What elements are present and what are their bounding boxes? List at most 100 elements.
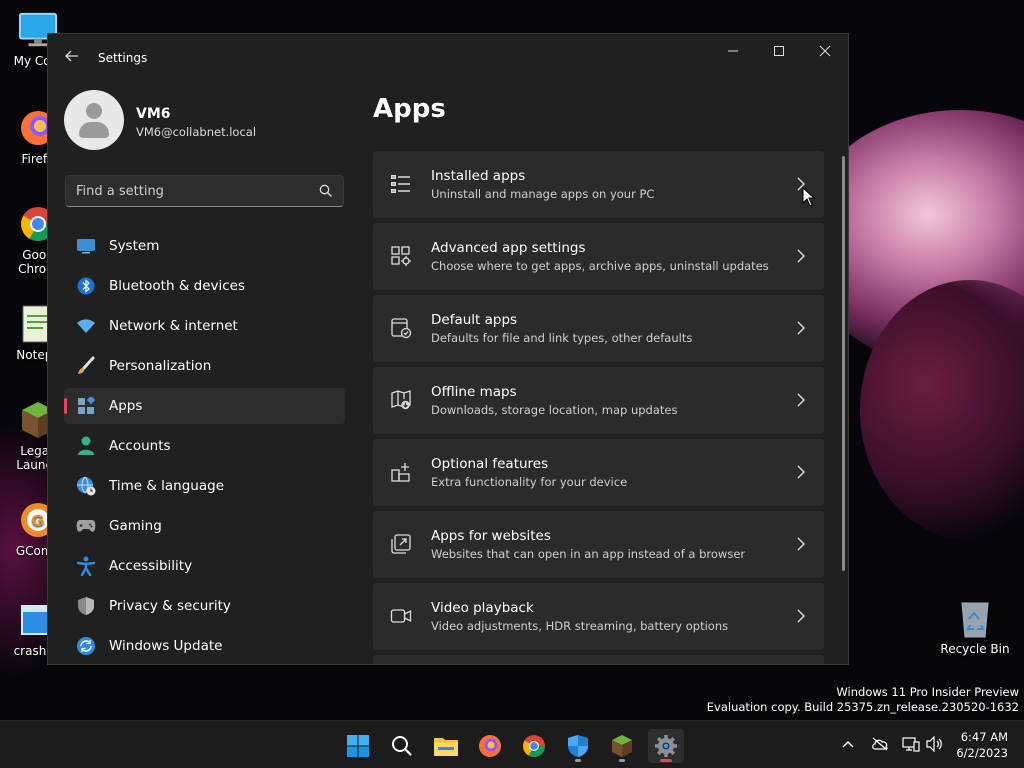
nav-item-accessibility[interactable]: Accessibility [64,548,345,584]
clock-time: 6:47 AM [960,730,1008,744]
card-title: Optional features [431,456,549,472]
chrome-icon [523,735,545,757]
nav-item-system[interactable]: System [64,228,345,264]
clock-date: 6/2/2023 [956,746,1008,760]
shield-icon [76,596,96,616]
nav-item-gaming[interactable]: Gaming [64,508,345,544]
avatar[interactable] [64,90,124,150]
close-button[interactable] [802,38,848,68]
scrollbar[interactable] [842,156,845,571]
card-subtitle: Downloads, storage location, map updates [431,403,678,417]
back-button[interactable] [60,46,84,70]
user-email: VM6@collabnet.local [136,125,257,139]
apps-gear-icon [391,246,411,266]
start-button[interactable] [340,729,376,763]
network-icon [902,737,920,752]
volume-icon [926,736,942,752]
title-bar[interactable]: Settings [48,34,848,82]
taskbar-clock[interactable]: 6:47 AM 6/2/2023 [956,729,1008,761]
chevron-right-icon [797,321,805,335]
card-title: Installed apps [431,168,526,184]
nav-item-accounts[interactable]: Accounts [64,428,345,464]
chevron-right-icon [797,249,805,263]
mouse-cursor-icon [802,187,816,207]
card-installed-apps[interactable]: Installed apps Uninstall and manage apps… [373,151,824,218]
taskbar-minecraft-launcher[interactable] [604,729,640,763]
user-name: VM6 [136,106,171,122]
update-icon [76,636,96,656]
evaluation-watermark: Windows 11 Pro Insider Preview Evaluatio… [706,685,1019,714]
card-subtitle: Defaults for file and link types, other … [431,331,693,345]
card-offline-maps[interactable]: Offline maps Downloads, storage location… [373,367,824,434]
selection-indicator [64,398,67,414]
card-advanced-app-settings[interactable]: Advanced app settings Choose where to ge… [373,223,824,290]
card-optional-features[interactable]: Optional features Extra functionality fo… [373,439,824,506]
brush-icon [76,356,96,376]
card-title: Default apps [431,312,518,328]
accessibility-icon [76,556,96,576]
firefox-icon [479,735,501,757]
nav-item-privacy-security[interactable]: Privacy & security [64,588,345,624]
list-icon [391,175,410,193]
card-default-apps[interactable]: Default apps Defaults for file and link … [373,295,824,362]
card-title: Advanced app settings [431,240,586,256]
taskbar-firefox[interactable] [472,729,508,763]
apps-settings-list: Installed apps Uninstall and manage apps… [373,151,824,664]
open-link-icon [391,534,411,554]
search-input[interactable] [66,176,306,206]
minimize-button[interactable] [710,38,756,68]
settings-search-box[interactable] [65,175,344,207]
nav-item-bluetooth-devices[interactable]: Bluetooth & devices [64,268,345,304]
map-icon [391,390,411,410]
nav-item-time-language[interactable]: Time & language [64,468,345,504]
nav-item-personalization[interactable]: Personalization [64,348,345,384]
recycle-bin-icon [955,598,995,638]
video-icon [390,609,412,623]
settings-window: Settings VM6 VM6@collabnet.local System … [47,33,849,665]
window-title: Settings [98,51,148,65]
chevron-up-icon [842,740,854,748]
taskbar-chrome[interactable] [516,729,552,763]
page-title: Apps [373,94,446,124]
card-title: Offline maps [431,384,517,400]
taskbar-file-explorer[interactable] [428,729,464,763]
bluetooth-icon [76,276,96,296]
grid-plus-icon [391,463,410,482]
nav-item-windows-update[interactable]: Windows Update [64,628,345,664]
default-apps-icon [391,318,412,339]
taskbar-settings[interactable] [648,729,684,763]
person-icon [76,436,96,456]
chevron-right-icon [797,537,805,551]
card-subtitle: Video adjustments, HDR streaming, batter… [431,619,729,633]
taskbar: 6:47 AM 6/2/2023 [0,720,1024,768]
network-tray-button[interactable] [902,735,920,753]
card-apps-for-websites[interactable]: Apps for websites Websites that can open… [373,511,824,578]
card-video-playback[interactable]: Video playback Video adjustments, HDR st… [373,583,824,650]
onedrive-tray-button[interactable] [871,735,889,753]
minecraft-launcher-icon [612,735,632,757]
taskbar-defender[interactable] [560,729,596,763]
file-explorer-icon [434,738,458,756]
volume-tray-button[interactable] [926,735,944,753]
search-icon[interactable] [319,184,333,198]
chevron-right-icon [797,465,805,479]
show-hidden-icons-button[interactable] [839,735,857,753]
maximize-icon [774,46,784,56]
search-icon [392,736,412,756]
minimize-icon [728,50,738,52]
card-title: Apps for websites [431,528,551,544]
card-subtitle: Extra functionality for your device [431,475,628,489]
chevron-right-icon [797,609,805,623]
globe-clock-icon [76,476,96,496]
close-icon [819,45,831,57]
card-title: Video playback [431,600,534,616]
card-subtitle: Choose where to get apps, archive apps, … [431,259,769,273]
card-partial-next[interactable] [373,655,824,664]
nav-item-network-internet[interactable]: Network & internet [64,308,345,344]
wifi-icon [76,316,96,336]
taskbar-search-button[interactable] [384,729,420,763]
maximize-button[interactable] [756,38,802,68]
onedrive-icon [872,737,888,751]
nav-item-apps[interactable]: Apps [64,388,345,424]
desktop-icon-recycle-bin[interactable]: Recycle Bin [940,598,1010,656]
